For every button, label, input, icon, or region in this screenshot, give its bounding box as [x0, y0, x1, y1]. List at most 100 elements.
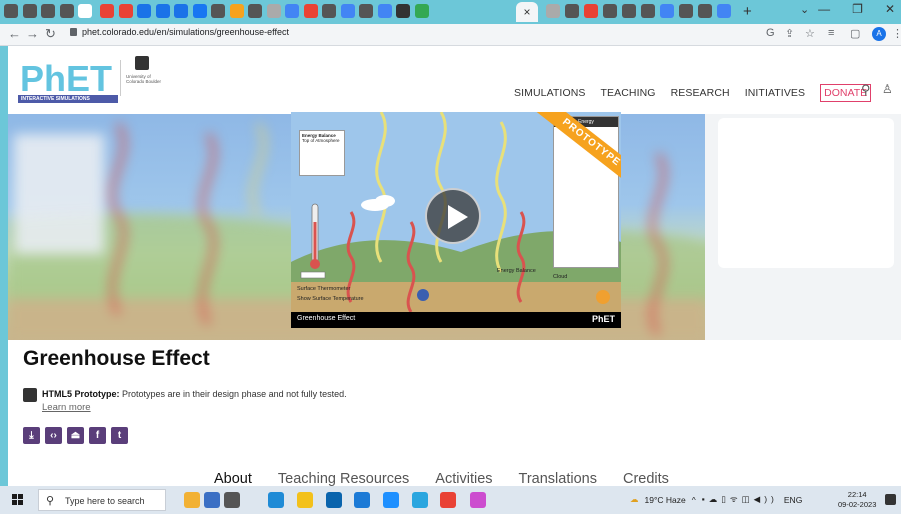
browser-tab-favicon[interactable]: [266, 4, 281, 18]
tab-credits[interactable]: Credits: [623, 471, 669, 486]
extra-app-icon[interactable]: [470, 492, 486, 508]
tray-chevron-icon[interactable]: ^: [692, 495, 696, 505]
browser-tab-favicon[interactable]: [229, 4, 244, 18]
browser-tab-favicon[interactable]: [603, 4, 617, 18]
browser-tab-favicon[interactable]: [546, 4, 560, 18]
browser-tab-favicon[interactable]: [118, 4, 133, 18]
reload-icon[interactable]: ↻: [45, 26, 56, 42]
energy-balance-checkbox[interactable]: Energy Balance: [497, 268, 536, 274]
bookmark-star-icon[interactable]: ☆: [805, 27, 815, 40]
browser-tab-favicon[interactable]: [717, 4, 731, 18]
window-controls: — ❐ ✕: [818, 2, 895, 22]
browser-tab-favicon[interactable]: [565, 4, 579, 18]
browser-tab-favicon[interactable]: [78, 4, 92, 18]
tab-search-chevron-icon[interactable]: ⌄: [800, 3, 809, 16]
tab-close-icon[interactable]: ×: [523, 5, 530, 19]
surface-temperature-checkbox[interactable]: Show Surface Temperature: [297, 296, 364, 302]
restore-button[interactable]: ❐: [852, 2, 863, 22]
chrome-icon[interactable]: [440, 492, 456, 508]
browser-tab-favicon[interactable]: [192, 4, 207, 18]
tab-about[interactable]: About: [214, 471, 252, 486]
browser-tab-favicon[interactable]: [641, 4, 655, 18]
browser-tab-favicon[interactable]: [155, 4, 170, 18]
back-arrow-icon[interactable]: ←: [8, 26, 21, 41]
browser-tab-favicon[interactable]: [4, 4, 18, 18]
language-indicator[interactable]: ENG: [784, 495, 802, 505]
photos-app-icon[interactable]: [184, 492, 200, 508]
store-icon[interactable]: [412, 492, 428, 508]
download-icon[interactable]: ⤓: [23, 427, 40, 444]
remote-share-icon[interactable]: ⏏: [67, 427, 84, 444]
facebook-icon[interactable]: f: [89, 427, 106, 444]
browser-tab-favicon[interactable]: [137, 4, 151, 18]
nav-research[interactable]: RESEARCH: [671, 87, 730, 99]
tab-activities[interactable]: Activities: [435, 471, 492, 486]
account-icon[interactable]: ♙: [882, 82, 893, 96]
browser-tab-favicon[interactable]: [340, 4, 355, 18]
browser-tab-favicon[interactable]: [584, 4, 598, 18]
profile-avatar[interactable]: A: [872, 27, 886, 41]
browser-tab-favicon[interactable]: [100, 4, 114, 18]
settings-app-icon[interactable]: [383, 492, 399, 508]
tray-icons[interactable]: ▪☁▯ᯤ◫◀)): [702, 494, 778, 505]
browser-tab-favicon[interactable]: [414, 4, 429, 18]
twitter-icon[interactable]: t: [111, 427, 128, 444]
taskbar-clock[interactable]: 22:14 09-02-2023: [838, 490, 876, 510]
browser-tab-favicon[interactable]: [377, 4, 392, 18]
active-tab[interactable]: ×: [516, 2, 538, 22]
task-view-icon[interactable]: [224, 492, 240, 508]
browser-tab-favicon[interactable]: [698, 4, 712, 18]
nav-teaching[interactable]: TEACHING: [601, 87, 656, 99]
side-panel-icon[interactable]: ▢: [850, 27, 860, 40]
browser-tab-favicon[interactable]: [59, 4, 74, 18]
nav-simulations[interactable]: SIMULATIONS: [514, 87, 586, 99]
simulation-video-preview[interactable]: Energy Balance Top of Atmosphere Energy …: [291, 112, 621, 328]
windows-start-icon[interactable]: [12, 494, 24, 506]
browser-tab-favicon[interactable]: [248, 4, 262, 18]
learn-more-link[interactable]: Learn more: [42, 402, 91, 413]
user-app-icon[interactable]: [204, 492, 220, 508]
surface-thermometer-checkbox[interactable]: Surface Thermometer: [297, 286, 350, 292]
notification-icon[interactable]: [885, 494, 896, 505]
embed-code-icon[interactable]: ‹›: [45, 427, 62, 444]
browser-tab-favicon[interactable]: [211, 4, 225, 18]
tab-translations[interactable]: Translations: [519, 471, 597, 486]
browser-tab-favicon[interactable]: [660, 4, 674, 18]
nav-initiatives[interactable]: INITIATIVES: [745, 87, 805, 99]
minimize-button[interactable]: —: [818, 2, 830, 22]
photos-icon[interactable]: [354, 492, 370, 508]
browser-tab-favicon[interactable]: [396, 4, 410, 18]
browser-tab-favicon[interactable]: [41, 4, 55, 18]
forward-arrow-icon[interactable]: →: [26, 26, 39, 41]
html5-prototype-icon: [23, 388, 37, 402]
university-badge[interactable]: University of Colorado Boulder: [126, 56, 176, 96]
search-icon[interactable]: ⚲: [861, 82, 871, 98]
taskbar-search[interactable]: ⚲ Type here to search: [38, 489, 166, 511]
weather-icon[interactable]: ☁: [630, 494, 639, 505]
browser-tab-favicon[interactable]: [285, 4, 299, 18]
address-bar[interactable]: phet.colorado.edu/en/simulations/greenho…: [82, 27, 289, 37]
tab-teaching-resources[interactable]: Teaching Resources: [278, 471, 409, 486]
cu-boulder-icon: [135, 56, 149, 70]
share-icon[interactable]: ⇪: [785, 27, 794, 40]
browser-tab-favicon[interactable]: [174, 4, 188, 18]
file-explorer-icon[interactable]: [297, 492, 313, 508]
browser-tab-favicon[interactable]: [322, 4, 336, 18]
mail-icon[interactable]: [326, 492, 342, 508]
browser-tab-favicon[interactable]: [679, 4, 693, 18]
new-tab-button[interactable]: +: [743, 3, 752, 20]
browser-tab-favicon[interactable]: [359, 4, 373, 18]
edge-icon[interactable]: [268, 492, 284, 508]
close-window-button[interactable]: ✕: [885, 2, 895, 22]
system-tray: ☁ 19°C Haze ^ ▪☁▯ᯤ◫◀)) ENG: [630, 494, 802, 505]
browser-tab-favicon[interactable]: [622, 4, 636, 18]
browser-tab-favicon[interactable]: [303, 4, 318, 18]
weather-text[interactable]: 19°C Haze: [645, 495, 686, 505]
browser-tab-favicon[interactable]: [22, 4, 37, 18]
cloud-checkbox[interactable]: Cloud: [553, 274, 567, 280]
reading-list-icon[interactable]: ≡: [828, 27, 834, 39]
play-video-button[interactable]: [425, 188, 481, 244]
web-page: PhET INTERACTIVE SIMULATIONS University …: [8, 46, 901, 486]
browser-menu-icon[interactable]: ⋮: [892, 27, 901, 40]
google-icon[interactable]: G: [766, 27, 775, 39]
